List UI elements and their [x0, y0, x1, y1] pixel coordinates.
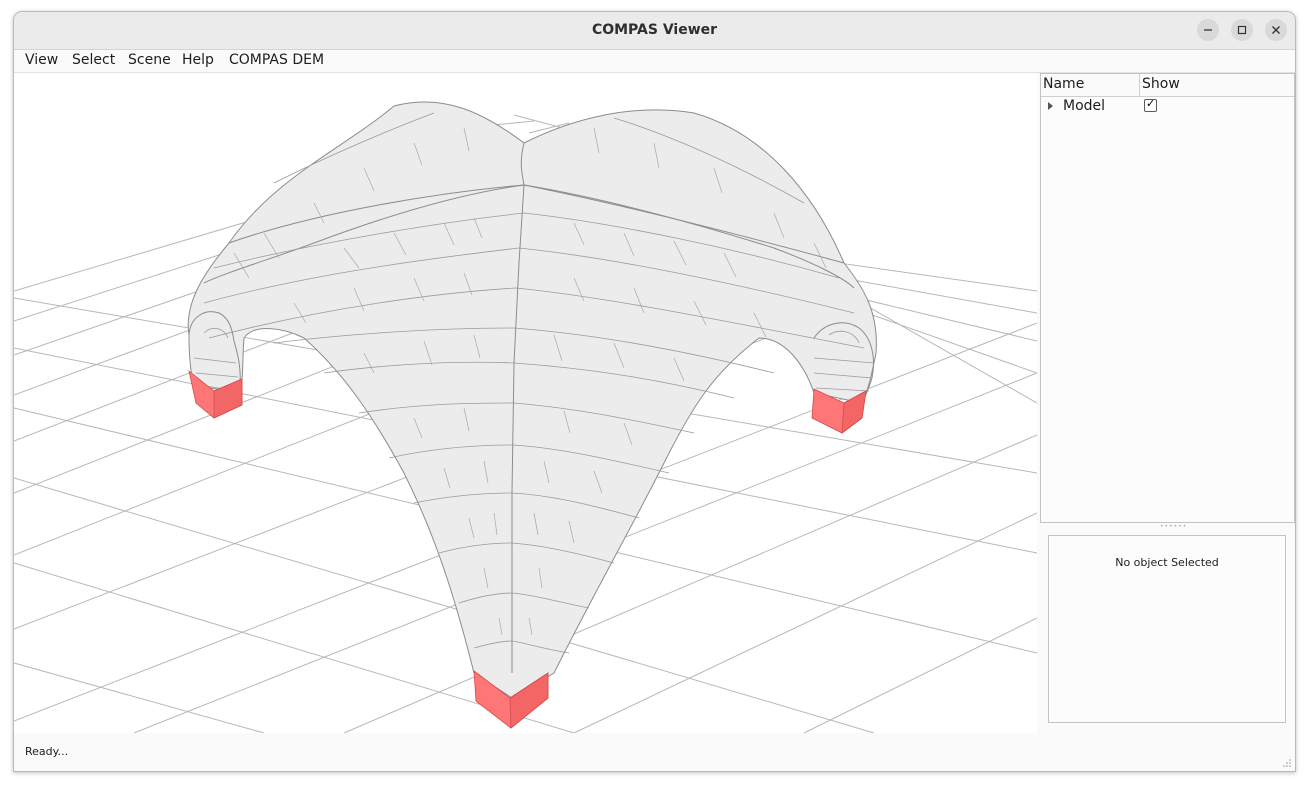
info-panel: No object Selected — [1048, 535, 1286, 723]
resize-grip-icon[interactable] — [1282, 758, 1292, 768]
minimize-button[interactable] — [1197, 19, 1219, 41]
close-icon — [1272, 26, 1280, 34]
menu-compas-dem[interactable]: COMPAS DEM — [229, 52, 324, 68]
status-bar: Ready... — [14, 734, 1295, 771]
viewport-canvas[interactable] — [14, 73, 1037, 733]
column-name[interactable]: Name — [1043, 76, 1084, 92]
window-title: COMPAS Viewer — [591, 22, 718, 38]
checkmark-icon: ✓ — [1146, 97, 1156, 110]
tree-row-model[interactable]: Model ✓ — [1041, 97, 1294, 117]
column-show[interactable]: Show — [1142, 76, 1180, 92]
splitter-handle[interactable]: •••••• — [1160, 523, 1187, 530]
menu-select[interactable]: Select — [72, 52, 115, 68]
maximize-button[interactable] — [1231, 19, 1253, 41]
menu-scene[interactable]: Scene — [128, 52, 171, 68]
tree-item-label: Model — [1063, 98, 1106, 114]
status-text: Ready... — [25, 745, 69, 758]
vault-model — [187, 101, 877, 699]
scene-tree[interactable]: Name Show Model ✓ — [1040, 73, 1295, 523]
maximize-icon — [1237, 25, 1247, 35]
show-checkbox[interactable]: ✓ — [1144, 97, 1157, 112]
menu-help[interactable]: Help — [182, 52, 214, 68]
menu-view[interactable]: View — [25, 52, 58, 68]
selection-status: No object Selected — [1115, 556, 1219, 569]
close-button[interactable] — [1265, 19, 1287, 41]
menu-bar: View Select Scene Help COMPAS DEM — [14, 50, 1295, 73]
scene-tree-header: Name Show — [1041, 74, 1294, 97]
column-separator[interactable] — [1139, 74, 1140, 96]
3d-viewport[interactable] — [14, 73, 1037, 733]
title-bar[interactable]: COMPAS Viewer — [14, 12, 1295, 50]
minimize-icon — [1204, 29, 1212, 31]
expand-arrow-icon[interactable] — [1047, 102, 1055, 110]
app-window: COMPAS Viewer View Select Scene Help COM… — [13, 11, 1296, 772]
